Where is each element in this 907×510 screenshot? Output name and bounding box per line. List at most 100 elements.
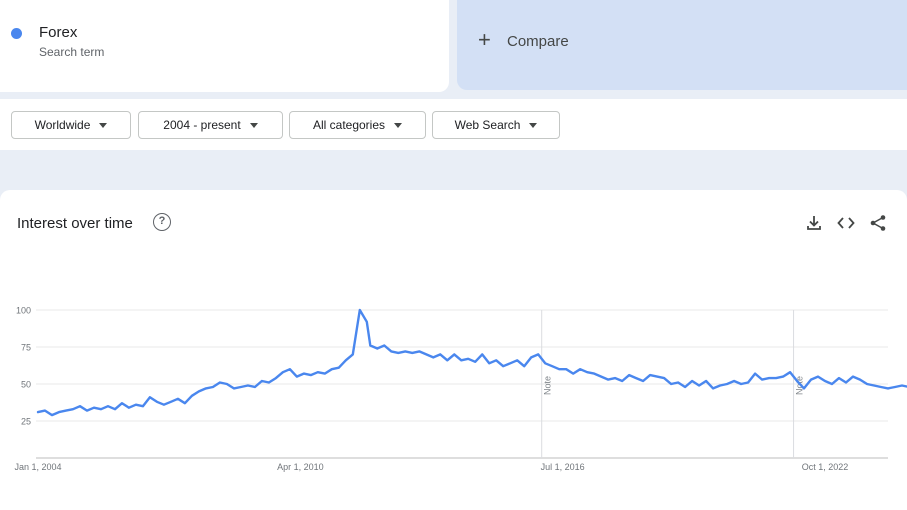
y-tick-label: 75	[21, 343, 31, 353]
search-term-card[interactable]: Forex Search term	[0, 0, 449, 92]
search-term-name: Forex	[39, 24, 78, 41]
data-point	[586, 371, 589, 374]
data-point	[309, 374, 312, 377]
search-type-filter[interactable]: Web Search	[432, 111, 560, 139]
data-point	[565, 368, 568, 371]
x-tick-label: Oct 1, 2022	[802, 462, 849, 472]
data-point	[288, 368, 291, 371]
data-point	[831, 383, 833, 385]
data-point	[607, 378, 610, 381]
data-point	[740, 383, 742, 385]
data-point	[260, 380, 263, 382]
data-point	[425, 353, 428, 356]
data-point	[726, 383, 728, 385]
data-point	[281, 371, 284, 374]
data-point	[691, 380, 694, 382]
data-point	[488, 362, 491, 365]
compare-label: Compare	[507, 33, 569, 50]
data-point	[418, 350, 421, 353]
data-point	[838, 377, 840, 379]
data-point	[775, 377, 777, 379]
data-point	[803, 387, 805, 390]
y-tick-label: 100	[16, 306, 31, 316]
time-range-filter-label: 2004 - present	[163, 118, 241, 132]
data-point	[453, 353, 456, 356]
data-point	[383, 344, 386, 347]
location-filter-label: Worldwide	[34, 118, 91, 132]
data-point	[733, 380, 735, 382]
data-point	[267, 381, 270, 384]
data-point	[852, 375, 854, 378]
data-point	[86, 409, 88, 412]
data-point	[376, 347, 379, 350]
data-point	[460, 359, 463, 362]
data-point	[369, 344, 372, 347]
data-point	[107, 405, 109, 408]
data-point	[887, 387, 889, 390]
data-point	[845, 381, 847, 384]
data-point	[516, 359, 519, 362]
data-point	[205, 387, 207, 390]
search-type-filter-label: Web Search	[454, 118, 521, 132]
data-point	[184, 402, 186, 405]
data-point	[225, 383, 228, 385]
dropdown-caret-icon	[394, 122, 403, 128]
data-point	[558, 368, 561, 371]
data-point	[670, 383, 673, 385]
plus-icon: +	[478, 27, 491, 52]
data-point	[663, 377, 666, 379]
data-point	[866, 383, 868, 385]
data-point	[628, 374, 631, 377]
data-point	[544, 362, 547, 365]
dropdown-caret-icon	[99, 122, 108, 128]
data-point	[232, 387, 235, 390]
data-point	[198, 390, 200, 393]
data-point	[614, 377, 617, 379]
data-point	[295, 375, 298, 378]
time-range-filter[interactable]: 2004 - present	[138, 111, 283, 139]
data-point	[698, 384, 701, 387]
data-point	[44, 409, 46, 412]
location-filter[interactable]: Worldwide	[11, 111, 131, 139]
data-point	[37, 411, 39, 414]
data-point	[642, 380, 645, 382]
category-filter-label: All categories	[312, 118, 386, 132]
data-point	[747, 381, 749, 384]
interest-chart: Note Note 255075100Jan 1, 2004 Apr 1, 2010…	[14, 306, 907, 472]
data-point	[523, 365, 526, 368]
data-point	[782, 375, 784, 378]
data-point	[656, 375, 659, 378]
data-point	[274, 377, 277, 379]
data-point	[246, 384, 249, 387]
search-term-subtitle: Search term	[39, 45, 105, 59]
data-point	[358, 309, 361, 311]
data-point	[114, 408, 116, 411]
data-point	[211, 386, 214, 388]
data-point	[397, 352, 400, 354]
data-point	[509, 362, 512, 365]
data-point	[719, 384, 721, 387]
data-point	[859, 378, 861, 381]
data-point	[177, 397, 179, 400]
data-point	[72, 408, 74, 411]
dropdown-caret-icon	[249, 122, 258, 128]
data-point	[51, 414, 53, 416]
data-point	[218, 381, 221, 384]
data-point	[789, 371, 791, 374]
y-tick-label: 50	[21, 380, 31, 390]
series-color-dot	[11, 28, 22, 39]
data-point	[121, 402, 123, 405]
data-point	[768, 377, 770, 379]
data-point	[156, 400, 158, 403]
compare-button[interactable]: + Compare	[457, 0, 907, 90]
data-point	[894, 386, 896, 388]
data-point	[302, 372, 305, 375]
data-point	[754, 372, 756, 375]
data-point	[163, 403, 165, 406]
data-point	[100, 408, 102, 411]
data-point	[810, 378, 812, 381]
data-point	[467, 357, 470, 360]
data-point	[390, 350, 393, 353]
data-point	[149, 396, 151, 399]
category-filter[interactable]: All categories	[289, 111, 426, 139]
